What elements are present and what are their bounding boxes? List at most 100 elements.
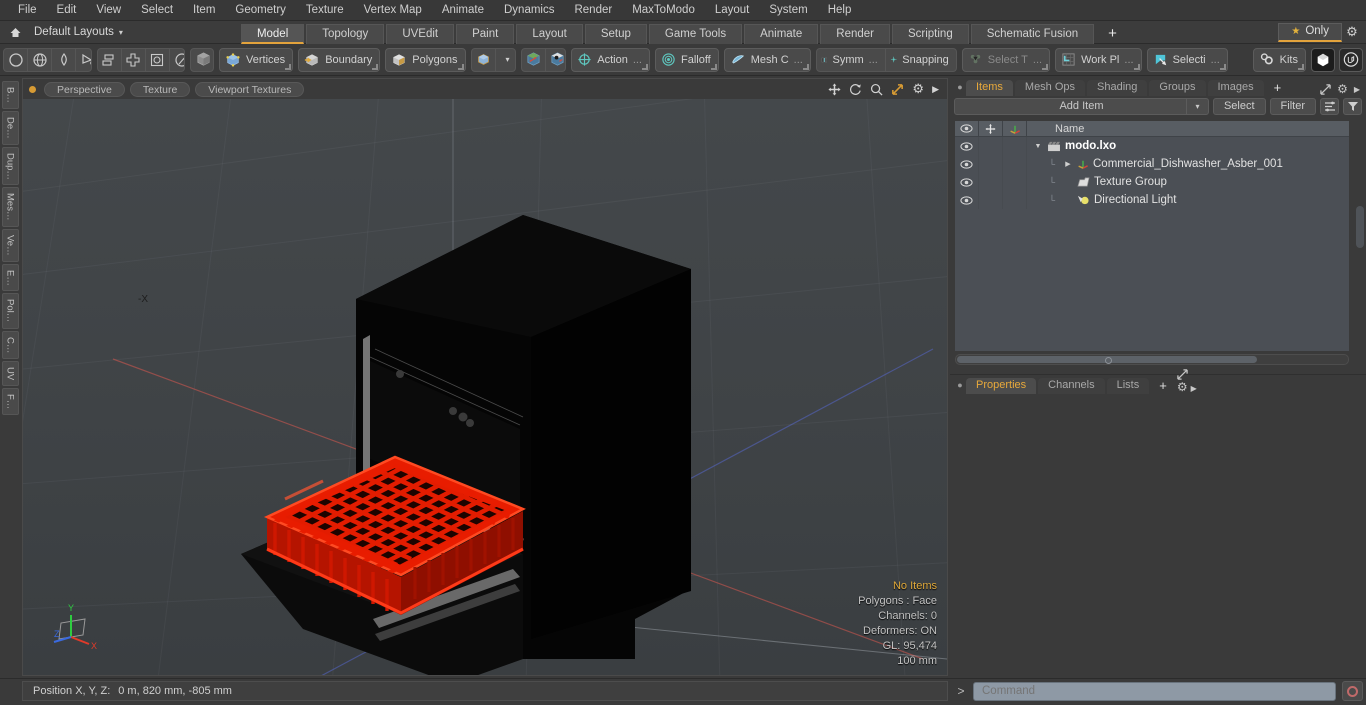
only-toggle-button[interactable]: ★ Only (1278, 22, 1342, 42)
axis-icon[interactable] (1003, 121, 1027, 137)
tab-properties[interactable]: Properties (966, 378, 1037, 394)
cube-icon[interactable] (191, 49, 213, 71)
menu-item-item[interactable]: Item (183, 0, 225, 21)
menu-item-dynamics[interactable]: Dynamics (494, 0, 564, 21)
unreal-logo-icon[interactable] (1338, 47, 1363, 72)
expand-icon[interactable] (1320, 83, 1331, 95)
add-properties-tab[interactable]: + (1151, 378, 1175, 394)
menu-item-file[interactable]: File (8, 0, 47, 21)
left-tab-deform[interactable]: De… (1, 110, 19, 145)
work-plane-button[interactable]: Work Pl ... (1055, 47, 1142, 72)
axis-cube-a-icon[interactable] (522, 48, 546, 71)
sort-icon[interactable] (1320, 97, 1339, 115)
falloff-button[interactable]: Falloff (654, 47, 719, 72)
tab-setup[interactable]: Setup (584, 23, 647, 44)
gear-icon[interactable]: ⚙ (912, 81, 924, 97)
tab-model[interactable]: Model (240, 23, 305, 44)
left-tab-curve[interactable]: C… (1, 330, 19, 359)
sphere-icon[interactable] (4, 48, 28, 71)
left-tab-edge[interactable]: E… (1, 263, 19, 292)
radial-icon[interactable] (170, 49, 185, 71)
gear-icon[interactable]: ⚙ (1337, 82, 1348, 96)
left-tab-fur[interactable]: F… (1, 388, 19, 416)
zoom-icon[interactable] (870, 83, 883, 96)
lock-move-icon[interactable] (979, 121, 1003, 137)
gear-icon[interactable]: ⚙ (1177, 380, 1188, 394)
row-visibility-toggle[interactable] (955, 191, 979, 209)
mode-vertices-button[interactable]: Vertices (219, 47, 294, 72)
modo-logo-icon[interactable] (1310, 47, 1335, 72)
chevron-right-icon[interactable]: ▶ (932, 84, 939, 95)
record-icon[interactable] (1342, 681, 1363, 701)
table-row[interactable]: └ Directional Light (955, 191, 1349, 209)
row-name-cell[interactable]: └ Directional Light (1027, 194, 1349, 206)
tab-items[interactable]: Items (966, 80, 1013, 96)
row-name-cell[interactable]: └ ▶ Commercial_Dishwasher_Asber_001 (1027, 158, 1349, 170)
tab-scripting[interactable]: Scripting (891, 23, 969, 44)
tab-layout[interactable]: Layout (516, 23, 583, 44)
menu-item-vertex-map[interactable]: Vertex Map (354, 0, 432, 21)
tab-mesh-ops[interactable]: Mesh Ops (1014, 80, 1086, 96)
symmetry-button[interactable]: Symm ... (817, 48, 886, 71)
fit-icon[interactable] (891, 83, 904, 96)
menu-item-edit[interactable]: Edit (47, 0, 87, 21)
tab-images[interactable]: Images (1207, 80, 1264, 96)
curve-icon[interactable] (76, 49, 91, 71)
row-axis-cell[interactable] (1003, 155, 1027, 173)
left-tab-basic[interactable]: B… (1, 81, 19, 109)
eye-icon[interactable] (955, 121, 979, 137)
tab-uvedit[interactable]: UVEdit (386, 23, 455, 44)
row-lock-cell[interactable] (979, 155, 1003, 173)
left-tab-vertex[interactable]: Ve… (1, 228, 19, 262)
row-visibility-toggle[interactable] (955, 155, 979, 173)
menu-item-view[interactable]: View (86, 0, 131, 21)
viewport-shading-selector[interactable]: Texture (129, 81, 191, 97)
expander-icon[interactable]: ▼ (1033, 143, 1043, 150)
row-axis-cell[interactable] (1003, 173, 1027, 191)
tab-shading[interactable]: Shading (1087, 80, 1148, 96)
rotate-icon[interactable] (849, 83, 862, 96)
viewport-view-selector[interactable]: Perspective (44, 81, 125, 97)
tab-channels[interactable]: Channels (1038, 378, 1105, 394)
chevron-down-icon[interactable]: ▾ (496, 49, 515, 71)
viewport-textures-selector[interactable]: Viewport Textures (195, 81, 305, 97)
row-lock-cell[interactable] (979, 137, 1003, 155)
snapping-button[interactable]: Snapping (886, 49, 956, 71)
filter-button[interactable]: Filter (1269, 97, 1316, 115)
expand-icon[interactable] (1177, 369, 1197, 380)
add-item-dropdown-icon[interactable]: ▾ (1185, 97, 1208, 115)
tab-animate[interactable]: Animate (744, 23, 819, 44)
left-tab-polygon[interactable]: Pol… (1, 293, 19, 329)
table-row[interactable]: └ ▶ Commercial_Dishwasher_Asber_001 (955, 155, 1349, 173)
funnel-icon[interactable] (1343, 97, 1362, 115)
mirror-icon[interactable] (98, 48, 122, 71)
viewport-canvas[interactable]: -X Y X Z No Items Polygons : Face Channe… (23, 99, 947, 675)
bevel-icon[interactable] (146, 48, 170, 71)
command-input[interactable] (973, 681, 1336, 701)
left-tab-mesh-edit[interactable]: Mes… (1, 187, 19, 227)
action-center-button[interactable]: Action ... (571, 47, 650, 72)
left-tab-duplicate[interactable]: Dup… (1, 146, 19, 186)
row-name-cell[interactable]: ▼ modo.lxo (1027, 140, 1349, 152)
table-row[interactable]: ▼ modo.lxo (955, 137, 1349, 155)
move-icon[interactable] (828, 82, 841, 96)
menu-item-help[interactable]: Help (818, 0, 862, 21)
menu-item-texture[interactable]: Texture (296, 0, 354, 21)
gear-icon[interactable]: ⚙ (1342, 24, 1362, 40)
row-lock-cell[interactable] (979, 173, 1003, 191)
add-item-button[interactable]: Add Item ▾ (954, 97, 1209, 115)
chevron-right-icon[interactable]: ▶ (1191, 384, 1197, 393)
tab-schematic-fusion[interactable]: Schematic Fusion (970, 23, 1095, 44)
row-name-cell[interactable]: └ Texture Group (1027, 176, 1349, 188)
select-through-button[interactable]: Select T ... (961, 47, 1051, 72)
mode-polygons-button[interactable]: Polygons (385, 47, 466, 72)
tab-game-tools[interactable]: Game Tools (648, 23, 743, 44)
menu-item-layout[interactable]: Layout (705, 0, 760, 21)
select-button[interactable]: Select (1212, 97, 1266, 115)
add-panel-tab[interactable]: + (1266, 80, 1290, 96)
menu-item-render[interactable]: Render (564, 0, 622, 21)
menu-item-select[interactable]: Select (131, 0, 183, 21)
row-visibility-toggle[interactable] (955, 137, 979, 155)
home-icon[interactable] (4, 23, 26, 42)
selection-set-button[interactable]: Selecti ... (1146, 47, 1228, 72)
